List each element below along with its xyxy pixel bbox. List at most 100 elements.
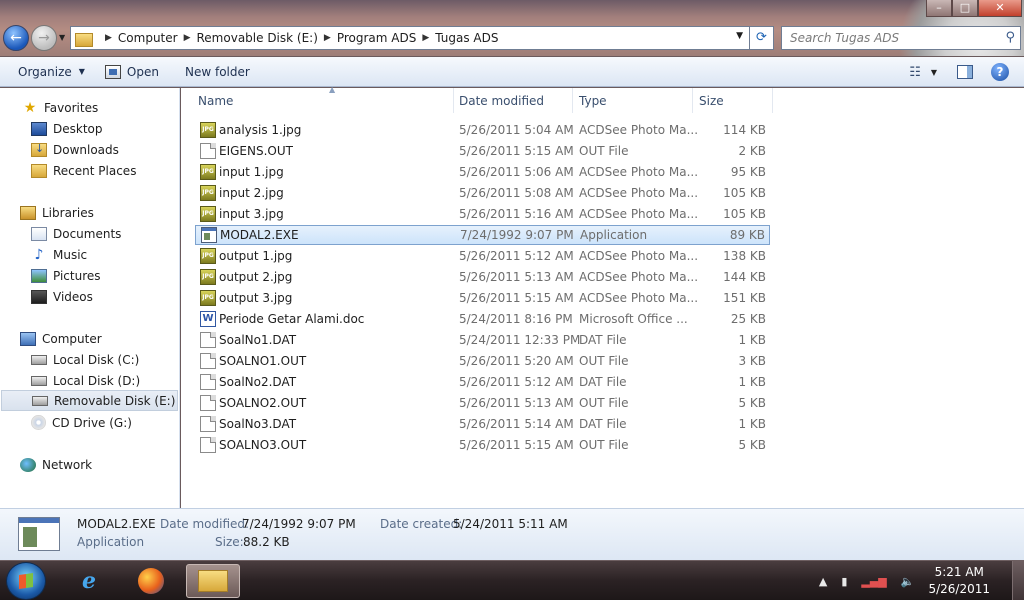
- file-row[interactable]: SoalNo1.DAT 5/24/2011 12:33 PM DAT File 1 K…: [195, 330, 770, 350]
- nav-removable-disk-e[interactable]: Removable Disk (E:): [1, 390, 178, 411]
- nav-desktop[interactable]: Desktop: [0, 118, 180, 139]
- nav-videos[interactable]: Videos: [0, 286, 180, 307]
- network-signal-icon[interactable]: ▂▄▆: [861, 575, 886, 588]
- search-icon[interactable]: ⚲: [1005, 30, 1015, 45]
- new-folder-button[interactable]: New folder: [176, 57, 259, 87]
- nav-label: Local Disk (C:): [53, 352, 140, 367]
- file-row[interactable]: SOALNO2.OUT 5/26/2011 5:13 AM OUT File 5 KB: [195, 393, 770, 413]
- file-row[interactable]: SOALNO3.OUT 5/26/2011 5:15 AM OUT File 5 KB: [195, 435, 770, 455]
- recent-pages-dropdown[interactable]: ▼: [59, 33, 65, 42]
- file-type: DAT File: [579, 333, 627, 347]
- chevron-right-icon[interactable]: ▶: [324, 33, 331, 43]
- open-button[interactable]: Open: [96, 57, 168, 87]
- clock[interactable]: 5:21 AM 5/26/2011: [928, 564, 990, 598]
- search-input[interactable]: [790, 31, 990, 45]
- windows-explorer-icon[interactable]: [186, 564, 240, 598]
- details-file-name: MODAL2.EXE: [77, 517, 156, 531]
- internet-explorer-icon[interactable]: e: [62, 564, 116, 598]
- file-date-modified: 5/26/2011 5:14 AM: [459, 417, 574, 431]
- removable-drive-icon: [32, 395, 48, 406]
- videos-icon: [31, 289, 47, 304]
- organize-button[interactable]: Organize ▼: [0, 57, 94, 87]
- command-toolbar: Organize ▼ Open New folder ☷ ▼ ?: [0, 57, 1024, 87]
- file-date-modified: 5/26/2011 5:15 AM: [459, 291, 574, 305]
- file-row[interactable]: JPG input 3.jpg 5/26/2011 5:16 AM ACDSee Ph…: [195, 204, 770, 224]
- file-row[interactable]: EIGENS.OUT 5/26/2011 5:15 AM OUT File 2 KB: [195, 141, 770, 161]
- column-label: Size: [699, 93, 724, 108]
- music-icon: ♪: [34, 246, 44, 263]
- nav-libraries[interactable]: Libraries: [0, 202, 180, 223]
- breadcrumb-computer[interactable]: Computer: [118, 31, 178, 45]
- nav-cd-drive-g[interactable]: CD Drive (G:): [0, 412, 180, 433]
- search-box[interactable]: ⚲: [781, 26, 1021, 50]
- file-row[interactable]: W Periode Getar Alami.doc 5/24/2011 8:16 P…: [195, 309, 770, 329]
- nav-local-disk-d[interactable]: Local Disk (D:): [0, 370, 180, 391]
- file-row[interactable]: JPG input 1.jpg 5/26/2011 5:06 AM ACDSee Ph…: [195, 162, 770, 182]
- show-desktop-button[interactable]: [1012, 561, 1024, 600]
- firefox-icon[interactable]: [124, 564, 178, 598]
- nav-downloads[interactable]: Downloads: [0, 139, 180, 160]
- column-header-name[interactable]: ▲ Name: [192, 85, 454, 113]
- file-row[interactable]: JPG input 2.jpg 5/26/2011 5:08 AM ACDSee Ph…: [195, 183, 770, 203]
- preview-pane-icon[interactable]: [957, 65, 973, 79]
- nav-label: Downloads: [53, 142, 119, 157]
- generic-file-icon: [200, 437, 216, 453]
- file-row[interactable]: JPG analysis 1.jpg 5/26/2011 5:04 AM ACDSee…: [195, 120, 770, 140]
- show-hidden-icons-icon[interactable]: ▲: [819, 575, 827, 588]
- application-thumbnail-icon: [18, 517, 60, 551]
- forward-button[interactable]: →: [31, 25, 57, 51]
- nav-computer[interactable]: Computer: [0, 328, 180, 349]
- file-size: 138 KB: [723, 249, 766, 263]
- volume-icon[interactable]: 🔈: [901, 575, 915, 588]
- libraries-icon: [20, 205, 36, 220]
- windows-start-icon[interactable]: [6, 562, 46, 600]
- nav-label: Desktop: [53, 121, 103, 136]
- nav-label: Music: [53, 247, 88, 262]
- address-dropdown-icon[interactable]: ▼: [736, 31, 743, 41]
- generic-file-icon: [200, 374, 216, 390]
- jpeg-image-icon: JPG: [200, 206, 216, 222]
- file-size: 144 KB: [723, 270, 766, 284]
- file-row[interactable]: SoalNo3.DAT 5/26/2011 5:14 AM DAT File 1 KB: [195, 414, 770, 434]
- nav-network[interactable]: Network: [0, 454, 180, 475]
- nav-local-disk-c[interactable]: Local Disk (C:): [0, 349, 180, 370]
- generic-file-icon: [200, 395, 216, 411]
- minimize-button[interactable]: –: [926, 0, 952, 17]
- file-type: ACDSee Photo Ma...: [579, 249, 699, 263]
- column-header-size[interactable]: Size: [693, 88, 773, 113]
- file-row[interactable]: SOALNO1.OUT 5/26/2011 5:20 AM OUT File 3 KB: [195, 351, 770, 371]
- navigation-pane: ★ Favorites Desktop Downloads Recent Pla…: [0, 88, 180, 508]
- close-button[interactable]: ✕: [978, 0, 1022, 17]
- breadcrumb-program-ads[interactable]: Program ADS: [337, 31, 417, 45]
- clock-time: 5:21 AM: [934, 565, 984, 579]
- change-view-icon[interactable]: ☷: [909, 65, 921, 80]
- maximize-button[interactable]: □: [952, 0, 978, 17]
- file-row[interactable]: JPG output 3.jpg 5/26/2011 5:15 AM ACDSee P…: [195, 288, 770, 308]
- view-options-dropdown[interactable]: ▼: [931, 68, 937, 77]
- nav-pictures[interactable]: Pictures: [0, 265, 180, 286]
- file-date-modified: 7/24/1992 9:07 PM: [460, 228, 574, 242]
- file-row[interactable]: SoalNo2.DAT 5/26/2011 5:12 AM DAT File 1 KB: [195, 372, 770, 392]
- chevron-right-icon[interactable]: ▶: [105, 33, 112, 43]
- nav-documents[interactable]: Documents: [0, 223, 180, 244]
- column-header-type[interactable]: Type: [573, 88, 693, 113]
- file-row[interactable]: MODAL2.EXE 7/24/1992 9:07 PM Application 89…: [195, 225, 770, 245]
- refresh-button[interactable]: ⟳: [750, 26, 774, 50]
- file-row[interactable]: JPG output 2.jpg 5/26/2011 5:13 AM ACDSee P…: [195, 267, 770, 287]
- file-type: ACDSee Photo Ma...: [579, 270, 699, 284]
- nav-favorites[interactable]: ★ Favorites: [0, 97, 180, 118]
- column-header-date[interactable]: Date modified: [453, 88, 573, 113]
- battery-icon[interactable]: ▮: [841, 575, 847, 588]
- back-button[interactable]: ←: [3, 25, 29, 51]
- chevron-right-icon[interactable]: ▶: [184, 33, 191, 43]
- nav-recent-places[interactable]: Recent Places: [0, 160, 180, 181]
- file-row[interactable]: JPG output 1.jpg 5/26/2011 5:12 AM ACDSee P…: [195, 246, 770, 266]
- chevron-right-icon[interactable]: ▶: [422, 33, 429, 43]
- computer-icon: [20, 331, 36, 346]
- file-date-modified: 5/26/2011 5:08 AM: [459, 186, 574, 200]
- nav-music[interactable]: ♪ Music: [0, 244, 180, 265]
- breadcrumb-removable-disk[interactable]: Removable Disk (E:): [197, 31, 318, 45]
- breadcrumb-tugas-ads[interactable]: Tugas ADS: [435, 31, 498, 45]
- help-icon[interactable]: ?: [991, 63, 1009, 81]
- address-bar[interactable]: ▶ Computer ▶ Removable Disk (E:) ▶ Progr…: [70, 26, 750, 50]
